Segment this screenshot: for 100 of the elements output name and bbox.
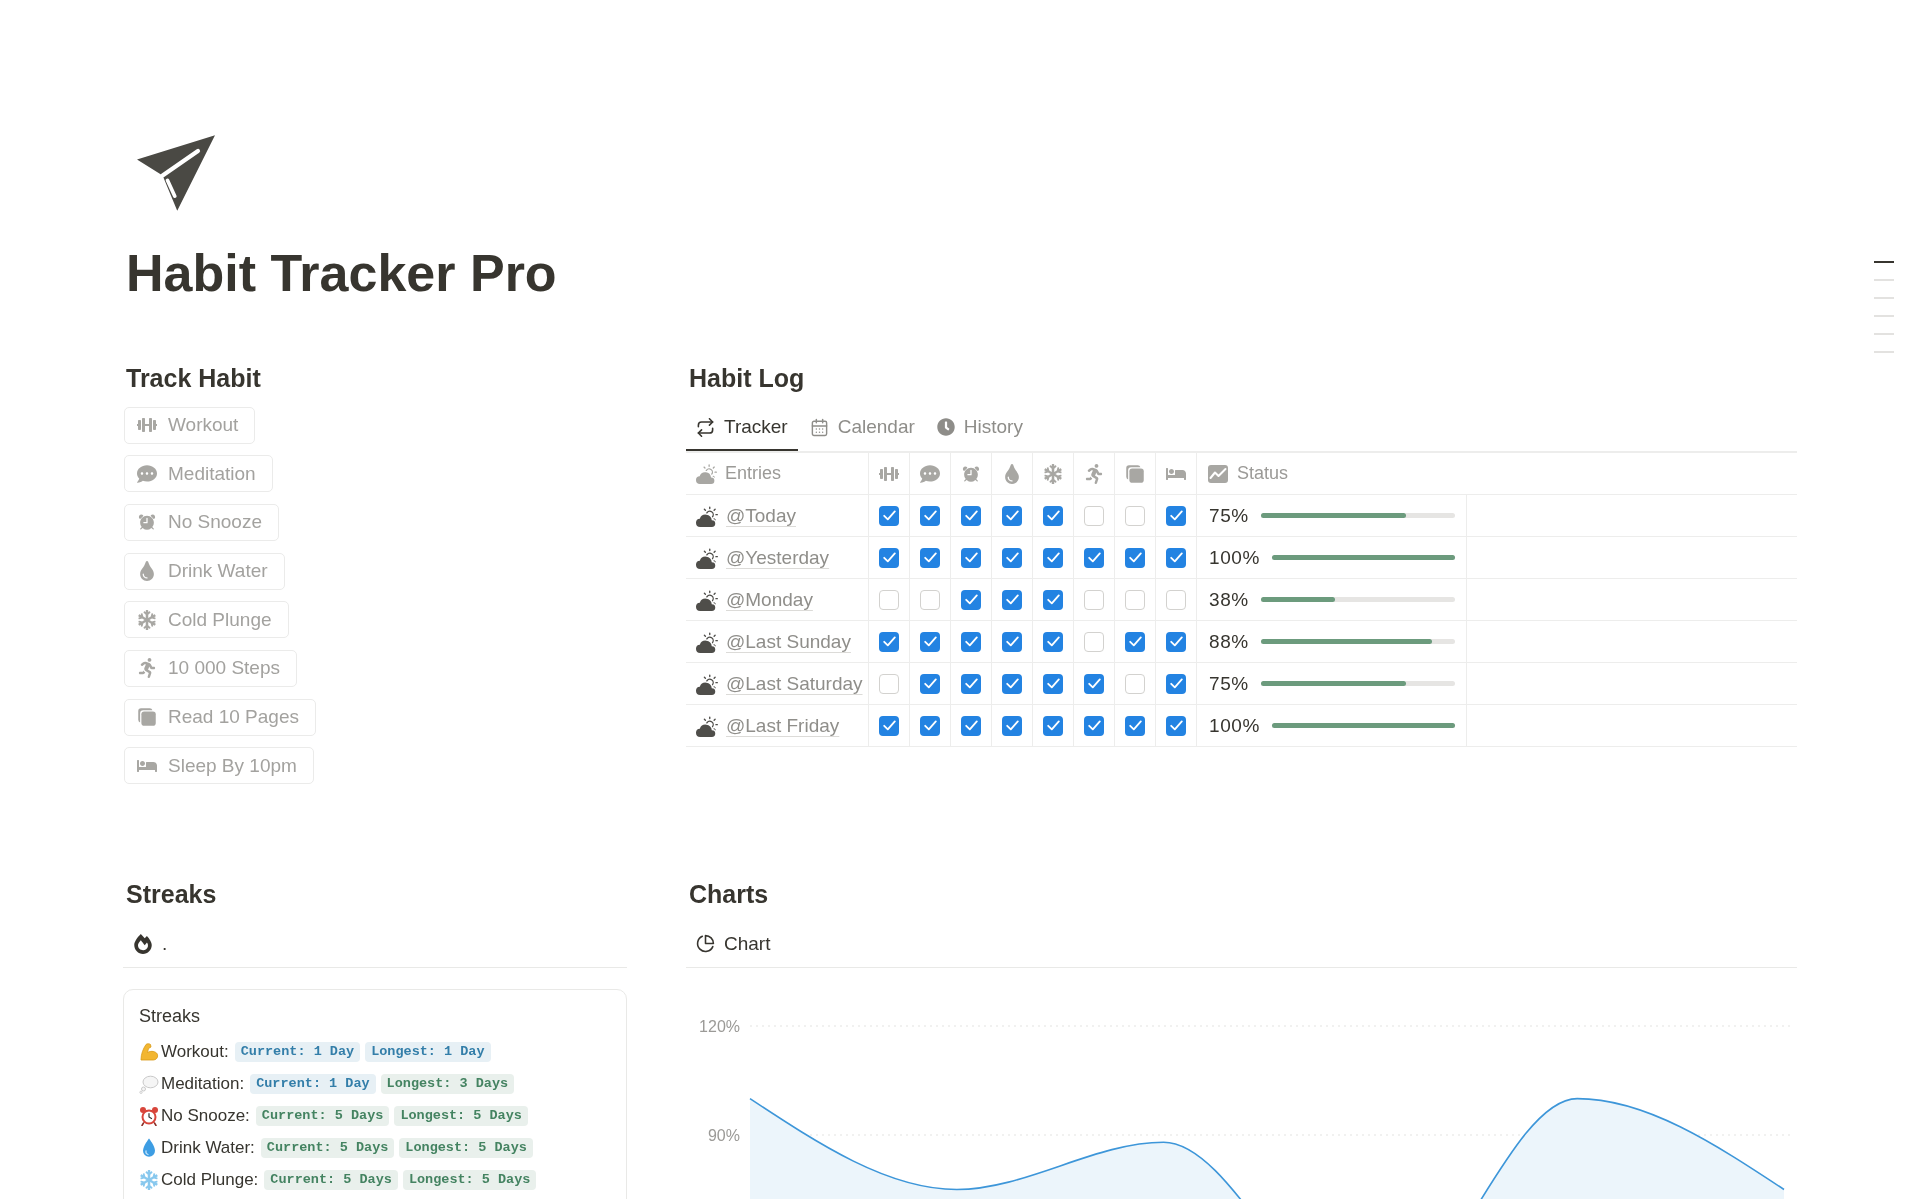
checkbox[interactable] bbox=[879, 631, 899, 652]
checkbox[interactable] bbox=[961, 673, 981, 694]
date-mention-link[interactable]: @Last Sunday bbox=[726, 630, 851, 653]
streak-badge: Current: 1 Day bbox=[234, 1042, 361, 1063]
checkbox[interactable] bbox=[879, 715, 899, 736]
percent-text: 100% bbox=[1209, 714, 1260, 737]
habit-label: Cold Plunge: bbox=[161, 1170, 259, 1191]
checkbox[interactable] bbox=[1002, 589, 1022, 610]
repeat-icon bbox=[696, 417, 715, 437]
checkbox[interactable] bbox=[920, 715, 940, 736]
checkbox[interactable] bbox=[1125, 589, 1145, 610]
checkbox[interactable] bbox=[1125, 505, 1145, 526]
checkmark-icon bbox=[1169, 552, 1183, 563]
checkbox[interactable] bbox=[1084, 631, 1104, 652]
checkbox[interactable] bbox=[1084, 547, 1104, 568]
droplet-icon bbox=[1002, 463, 1022, 484]
checkbox[interactable] bbox=[879, 547, 899, 568]
cloud-sun-icon bbox=[696, 546, 718, 569]
habit-button[interactable]: Sleep By 10pm bbox=[124, 747, 314, 785]
streak-badge: Longest: 3 Days bbox=[380, 1074, 515, 1095]
line-chart-icon bbox=[1208, 464, 1228, 483]
checkmark-icon bbox=[882, 552, 896, 563]
checkbox[interactable] bbox=[1084, 589, 1104, 610]
checkbox[interactable] bbox=[1043, 631, 1063, 652]
checkbox[interactable] bbox=[1084, 673, 1104, 694]
checkbox[interactable] bbox=[920, 673, 940, 694]
view-tab[interactable]: History bbox=[926, 403, 1033, 451]
stacked-pages-icon bbox=[1125, 463, 1145, 484]
checkbox[interactable] bbox=[1002, 505, 1022, 526]
checkbox[interactable] bbox=[961, 547, 981, 568]
checkbox[interactable] bbox=[961, 631, 981, 652]
checkbox[interactable] bbox=[1043, 673, 1063, 694]
checkbox[interactable] bbox=[1002, 547, 1022, 568]
checkbox[interactable] bbox=[1043, 547, 1063, 568]
checkbox[interactable] bbox=[961, 505, 981, 526]
date-mention-link[interactable]: @Today bbox=[726, 504, 796, 527]
checkmark-icon bbox=[964, 510, 978, 521]
checkbox[interactable] bbox=[961, 589, 981, 610]
streak-badge: Longest: 5 Days bbox=[402, 1170, 537, 1191]
section-heading: Charts bbox=[689, 879, 770, 911]
checkbox[interactable] bbox=[1125, 547, 1145, 568]
checkmark-icon bbox=[1169, 678, 1183, 689]
checkmark-icon bbox=[923, 510, 937, 521]
checkmark-icon bbox=[1005, 720, 1019, 731]
checkbox[interactable] bbox=[879, 589, 899, 610]
checkbox[interactable] bbox=[879, 505, 899, 526]
flame-icon bbox=[133, 933, 153, 954]
date-mention-link[interactable]: @Monday bbox=[726, 588, 813, 611]
cloud-sun-icon bbox=[696, 504, 718, 527]
date-mention-link[interactable]: @Yesterday bbox=[726, 546, 830, 569]
checkbox[interactable] bbox=[1125, 631, 1145, 652]
checkmark-icon bbox=[1005, 552, 1019, 563]
habit-button[interactable]: Drink Water bbox=[124, 552, 285, 590]
habit-button[interactable]: Read 10 Pages bbox=[124, 698, 316, 736]
checkmark-icon bbox=[964, 636, 978, 647]
checkbox[interactable] bbox=[1043, 715, 1063, 736]
view-tab[interactable]: . bbox=[123, 923, 178, 964]
checkbox[interactable] bbox=[1002, 673, 1022, 694]
checkbox[interactable] bbox=[1166, 673, 1186, 694]
checkbox[interactable] bbox=[920, 589, 940, 610]
checkbox[interactable] bbox=[1084, 715, 1104, 736]
checkbox[interactable] bbox=[1043, 589, 1063, 610]
column-header: Status bbox=[1237, 463, 1289, 484]
view-tab[interactable]: Calendar bbox=[799, 403, 925, 451]
checkbox[interactable] bbox=[1166, 715, 1186, 736]
checkbox[interactable] bbox=[961, 715, 981, 736]
habit-button[interactable]: 10 000 Steps bbox=[124, 649, 297, 687]
droplet-icon bbox=[142, 1138, 156, 1159]
running-person-icon bbox=[137, 658, 157, 679]
checkmark-icon bbox=[923, 678, 937, 689]
view-tab[interactable]: Chart bbox=[686, 923, 781, 964]
checkmark-icon bbox=[1087, 720, 1101, 731]
checkbox[interactable] bbox=[1125, 715, 1145, 736]
card-title: Streaks bbox=[139, 1005, 202, 1029]
checkbox[interactable] bbox=[1166, 505, 1186, 526]
date-mention-link[interactable]: @Last Saturday bbox=[726, 672, 863, 695]
checkmark-icon bbox=[1128, 636, 1142, 647]
checkbox[interactable] bbox=[920, 547, 940, 568]
view-tab[interactable]: Tracker bbox=[686, 403, 798, 451]
habit-button[interactable]: Workout bbox=[124, 406, 256, 444]
checkbox[interactable] bbox=[920, 505, 940, 526]
streak-badge: Current: 1 Day bbox=[250, 1074, 376, 1095]
habit-button[interactable]: Cold Plunge bbox=[124, 601, 289, 639]
checkbox[interactable] bbox=[1166, 631, 1186, 652]
habit-button[interactable]: Meditation bbox=[124, 455, 273, 493]
cloud-sun-icon bbox=[696, 714, 718, 737]
checkbox[interactable] bbox=[1084, 505, 1104, 526]
checkmark-icon bbox=[882, 510, 896, 521]
checkbox[interactable] bbox=[879, 673, 899, 694]
date-mention-link[interactable]: @Last Friday bbox=[726, 714, 840, 737]
checkbox[interactable] bbox=[1166, 547, 1186, 568]
checkbox[interactable] bbox=[1125, 673, 1145, 694]
habit-button[interactable]: No Snooze bbox=[124, 503, 279, 541]
checkbox[interactable] bbox=[920, 631, 940, 652]
percent-text: 75% bbox=[1209, 672, 1249, 695]
checkbox[interactable] bbox=[1043, 505, 1063, 526]
checkbox[interactable] bbox=[1166, 589, 1186, 610]
checkbox[interactable] bbox=[1002, 715, 1022, 736]
checkbox[interactable] bbox=[1002, 631, 1022, 652]
checkmark-icon bbox=[964, 678, 978, 689]
